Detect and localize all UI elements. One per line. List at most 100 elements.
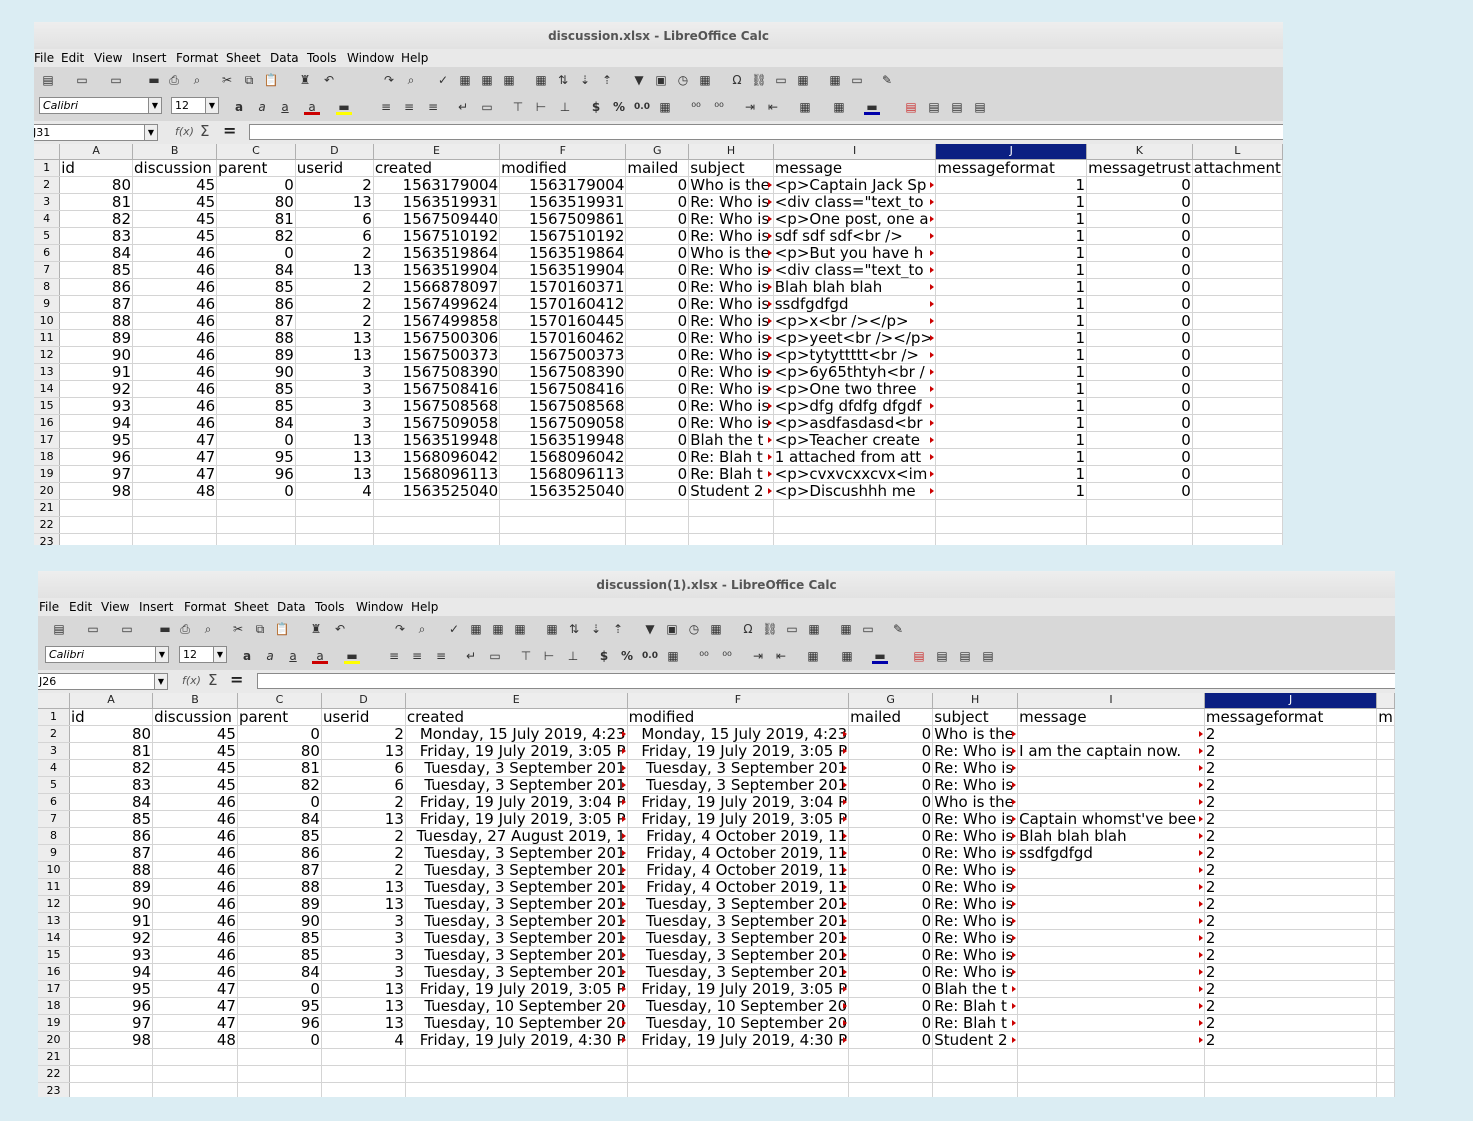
cell[interactable]	[627, 1065, 850, 1083]
cell[interactable]: 85	[237, 827, 322, 845]
column-header[interactable]: B	[132, 144, 218, 160]
cell[interactable]: 1563519904	[373, 261, 501, 279]
color-scale-icon[interactable]: ▤	[926, 99, 942, 115]
cell[interactable]: Blah the t	[688, 431, 774, 449]
row-header[interactable]: 4	[34, 210, 61, 228]
cell[interactable]: 85	[237, 929, 322, 947]
cell[interactable]: 1563525040	[499, 482, 627, 500]
cell[interactable]: Re: Who is	[932, 929, 1019, 947]
number-icon[interactable]: 0.0	[642, 648, 658, 664]
cell[interactable]: 1563519948	[499, 431, 627, 449]
cell[interactable]: 13	[295, 261, 374, 279]
conditional-icon[interactable]: ▤	[903, 99, 919, 115]
cell[interactable]: 0	[848, 980, 934, 998]
cell[interactable]: Friday, 4 October 2019, 11	[627, 878, 850, 896]
cell[interactable]: 87	[59, 295, 133, 313]
cell[interactable]	[1017, 759, 1205, 777]
cell[interactable]	[935, 533, 1088, 545]
open-icon[interactable]: ▭	[85, 621, 101, 637]
cell[interactable]: 96	[237, 1014, 322, 1032]
cell[interactable]: 6	[295, 210, 374, 228]
cell[interactable]: Friday, 4 October 2019, 11	[627, 844, 850, 862]
cell[interactable]: 0	[625, 312, 690, 330]
cell[interactable]: 3	[295, 380, 374, 398]
redo-icon[interactable]: ↷	[381, 72, 397, 88]
cell[interactable]: 2	[321, 725, 406, 743]
cell[interactable]: Re: Who is	[688, 414, 774, 432]
align-right-icon[interactable]: ≡	[433, 648, 449, 664]
row-header[interactable]: 21	[34, 499, 61, 517]
cell[interactable]	[237, 1082, 322, 1097]
cell[interactable]: id	[59, 159, 133, 177]
cell[interactable]: 84	[59, 244, 133, 262]
cell[interactable]: 0	[625, 329, 690, 347]
chevron-down-icon[interactable]: ▼	[154, 674, 167, 689]
cell[interactable]: 45	[132, 193, 218, 211]
cell[interactable]: 2	[321, 844, 406, 862]
cell[interactable]: 4	[295, 482, 374, 500]
format-paint-icon[interactable]: ♜	[308, 621, 324, 637]
cell[interactable]: 87	[216, 312, 296, 330]
databar-icon[interactable]: ▤	[949, 99, 965, 115]
print-icon[interactable]: ⎙	[166, 72, 182, 88]
cell[interactable]: 83	[69, 776, 154, 794]
cell[interactable]	[1376, 1014, 1395, 1032]
cell[interactable]: 46	[152, 793, 238, 811]
menu-format[interactable]: Format	[184, 600, 226, 614]
cell[interactable]: 1567500373	[499, 346, 627, 364]
comment-icon[interactable]: ▭	[784, 621, 800, 637]
cell[interactable]: 1567509058	[373, 414, 501, 432]
indent-icon[interactable]: ⇥	[742, 99, 758, 115]
cell[interactable]: 98	[59, 482, 133, 500]
cell[interactable]: 2	[1204, 963, 1378, 981]
cell[interactable]: 13	[321, 980, 406, 998]
cell[interactable]	[216, 516, 296, 534]
row-header[interactable]: 8	[38, 827, 71, 845]
template-icon[interactable]: ▭	[108, 72, 124, 88]
cell[interactable]	[152, 1082, 238, 1097]
borders-icon[interactable]: ▦	[805, 648, 821, 664]
font-name-box[interactable]: Calibri ▼	[39, 97, 162, 114]
cell[interactable]: Monday, 15 July 2019, 4:23	[627, 725, 850, 743]
cell[interactable]	[1376, 946, 1395, 964]
cell[interactable]: 0	[625, 193, 690, 211]
cell[interactable]: 2	[1204, 878, 1378, 896]
cell[interactable]: 2	[1204, 895, 1378, 913]
cell[interactable]: 84	[237, 810, 322, 828]
cell[interactable]: 96	[59, 448, 133, 466]
align-bottom-icon[interactable]: ⊥	[557, 99, 573, 115]
cell[interactable]: Friday, 19 July 2019, 3:05 P	[627, 742, 850, 760]
align-center-icon[interactable]: ≡	[409, 648, 425, 664]
cell[interactable]	[1017, 963, 1205, 981]
cell[interactable]	[848, 1065, 934, 1083]
cell[interactable]: 0	[1086, 244, 1193, 262]
cell[interactable]: 1567509058	[499, 414, 627, 432]
cell[interactable]: 0	[1086, 465, 1193, 483]
cell[interactable]: 0	[625, 380, 690, 398]
cell[interactable]	[1192, 193, 1283, 211]
cell[interactable]: 1	[935, 380, 1088, 398]
cell[interactable]	[1376, 827, 1395, 845]
row-header[interactable]: 15	[38, 946, 71, 964]
cell[interactable]: 1566878097	[373, 278, 501, 296]
cell[interactable]: Re: Who is	[688, 295, 774, 313]
new-icon[interactable]: ▤	[40, 72, 56, 88]
spreadsheet-grid[interactable]: A B C D E F G H I J K L 1 id discussion parent userid cre…	[34, 144, 1283, 545]
cell[interactable]: 1567508390	[499, 363, 627, 381]
cell[interactable]	[1376, 844, 1395, 862]
chevron-down-icon[interactable]: ▼	[148, 98, 161, 113]
cell[interactable]: Re: Who is	[688, 363, 774, 381]
cell[interactable]: 6	[321, 776, 406, 794]
cell[interactable]: 1567499858	[373, 312, 501, 330]
cell[interactable]: Friday, 19 July 2019, 3:04 P	[627, 793, 850, 811]
comment-icon[interactable]: ▭	[773, 72, 789, 88]
column-header[interactable]: H	[932, 693, 1019, 709]
image-icon[interactable]: ▣	[664, 621, 680, 637]
cell[interactable]: Captain whomst've bee	[1017, 810, 1205, 828]
cell[interactable]: 1	[935, 261, 1088, 279]
number-icon[interactable]: 0.0	[634, 99, 650, 115]
insert-row-icon[interactable]: ▦	[501, 72, 517, 88]
cell[interactable]	[216, 499, 296, 517]
new-icon[interactable]: ▤	[51, 621, 67, 637]
cell[interactable]: 0	[237, 1031, 322, 1049]
